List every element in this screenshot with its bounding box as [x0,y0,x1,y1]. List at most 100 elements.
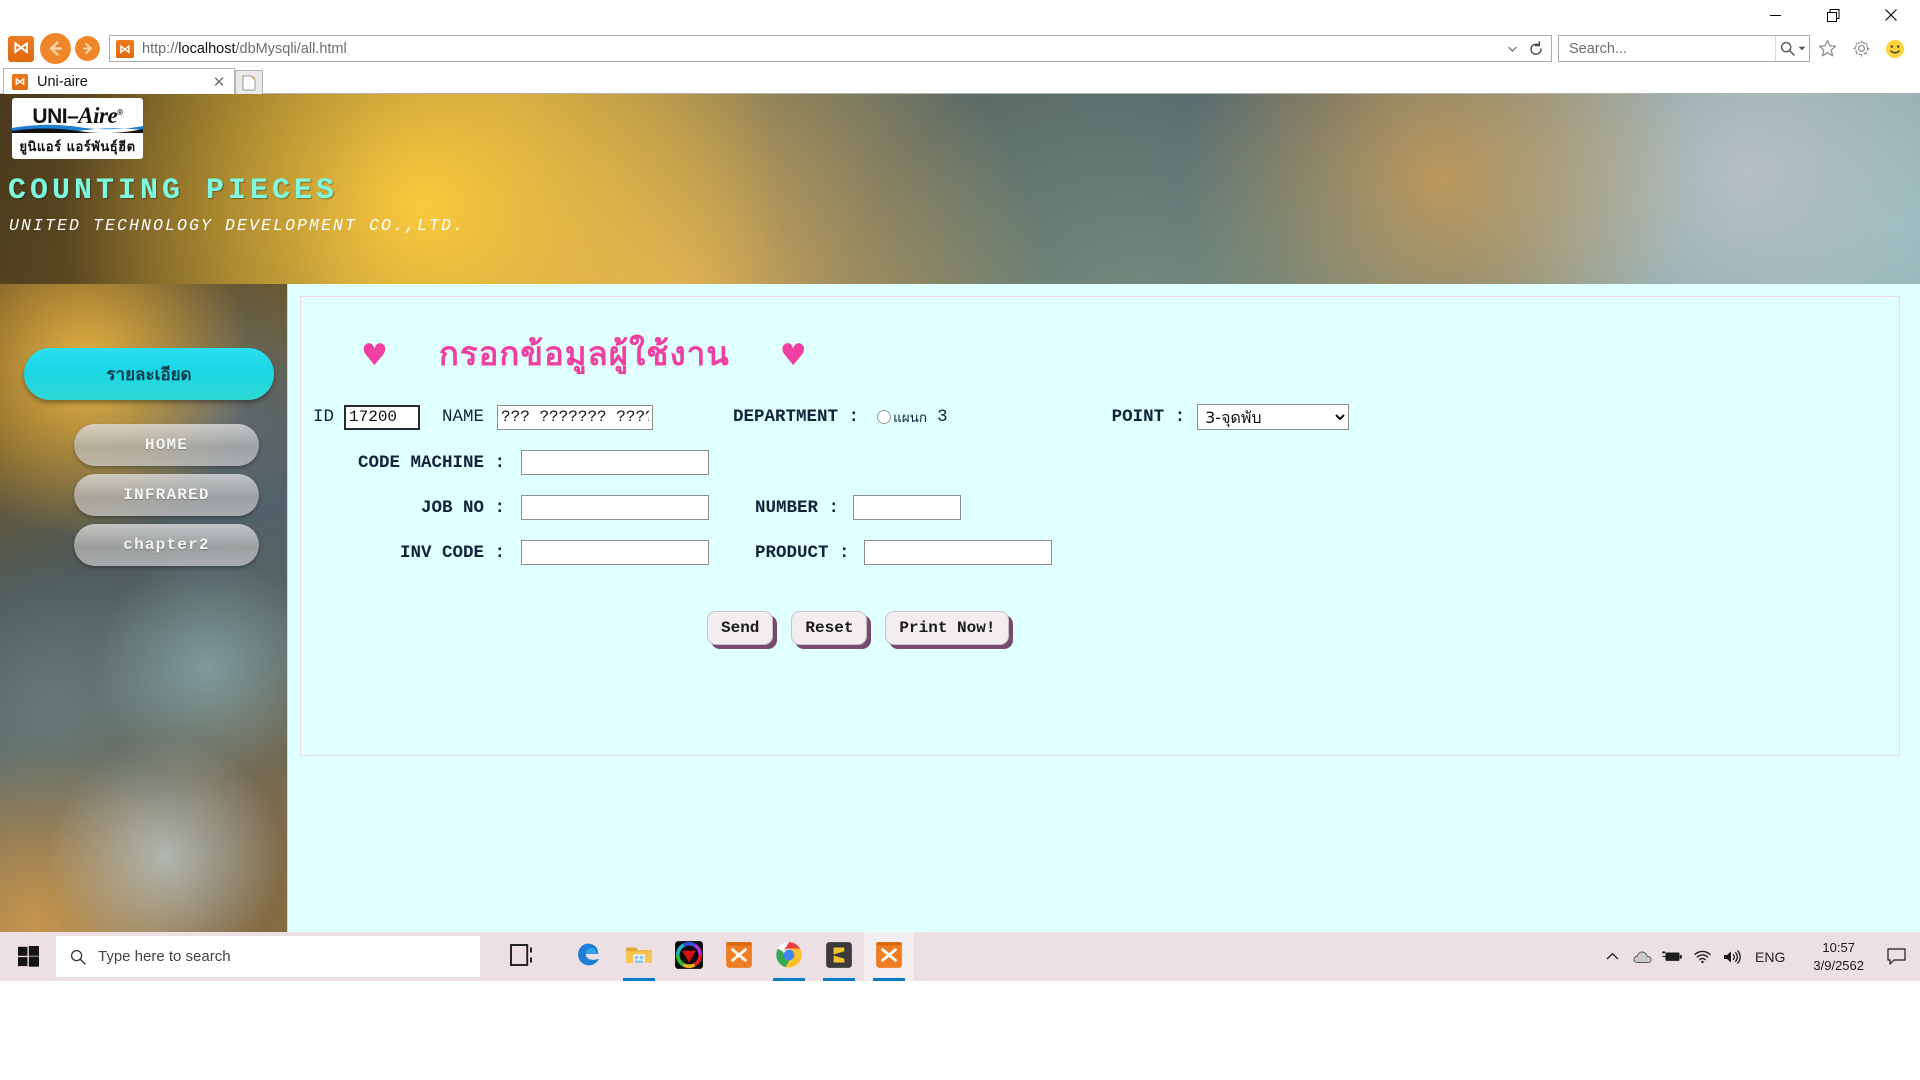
department-option-label: แผนก [893,410,928,426]
page-body: รายละเอียด HOME INFRARED chapter2 ♥ กรอก… [0,284,1920,981]
department-radio[interactable] [877,410,892,424]
clock-time: 10:57 [1822,939,1855,955]
inv-code-label: INV CODE : [399,542,505,563]
search-placeholder: Search... [1569,40,1628,57]
job-no-input[interactable] [521,495,709,520]
chevron-down-icon [1798,46,1805,51]
system-tray: ENG 10:57 3/9/2562 [1597,932,1920,981]
running-indicator [773,978,805,981]
browser-toolbar: ⋈ ⋈ http://localhost/dbMysqli/all.html S… [0,30,1920,67]
content-area: ♥ กรอกข้อมูลผู้ใช้งาน ♥ ID NAME DEPARTME… [288,284,1920,981]
tab-title: Uni-aire [37,73,88,90]
windows-taskbar: Type here to search ENG 10:57 3/9/2562 [0,932,1920,981]
forward-button[interactable] [75,36,100,61]
job-no-label: JOB NO : [420,497,505,518]
search-icon[interactable] [1775,36,1809,61]
running-indicator [823,978,855,981]
notification-icon[interactable] [1878,932,1914,981]
tab-uni-aire[interactable]: ⋈ Uni-aire ✕ [3,68,235,94]
tab-close-icon[interactable]: ✕ [210,73,228,91]
number-input[interactable] [853,495,962,520]
code-machine-label: CODE MACHINE : [357,452,505,473]
sidebar-item-details[interactable]: รายละเอียด [24,348,274,400]
tab-favicon-icon: ⋈ [12,73,28,90]
heart-icon-left: ♥ [361,338,389,373]
wifi-icon[interactable] [1687,932,1717,981]
clock-date: 3/9/2562 [1813,957,1864,973]
logo-thai-text: ยูนิแอร์ แอร์พันธุ์ฮีต [19,140,136,155]
browser-search-box[interactable]: Search... [1558,35,1810,62]
product-input[interactable] [863,540,1052,565]
sublime-text-icon[interactable] [814,932,864,981]
new-tab-button[interactable] [235,70,263,94]
smiley-feedback-icon[interactable] [1878,34,1912,64]
language-indicator[interactable]: ENG [1747,949,1799,965]
sidebar-item-chapter2[interactable]: chapter2 [74,524,259,566]
sidebar-item-label: HOME [144,436,189,454]
clock[interactable]: 10:57 3/9/2562 [1799,932,1878,981]
google-chrome-icon[interactable] [764,932,814,981]
id-input[interactable] [344,404,421,430]
page-viewport: UNI–Aire® ยูนิแอร์ แอร์พันธุ์ฮีต COUNTIN… [0,94,1920,981]
sidebar-item-infrared[interactable]: INFRARED [74,474,259,516]
search-icon [70,949,86,965]
microsoft-edge-icon[interactable] [564,932,614,981]
back-button[interactable] [40,33,71,64]
form-title-text: กรอกข้อมูลผู้ใช้งาน [438,334,730,373]
taskbar-search-placeholder: Type here to search [98,948,231,965]
battery-charging-icon[interactable] [1657,932,1687,981]
banner-subheading: UNITED TECHNOLOGY DEVELOPMENT CO.,LTD. [9,216,466,235]
site-banner: UNI–Aire® ยูนิแอร์ แอร์พันธุ์ฮีต COUNTIN… [0,94,1920,284]
chevron-up-icon[interactable] [1597,932,1627,981]
print-now-button[interactable]: Print Now! [885,611,1010,645]
address-favicon-icon: ⋈ [116,39,134,58]
send-button[interactable]: Send [707,611,774,645]
banner-heading: COUNTING PIECES [8,174,339,208]
department-label: DEPARTMENT : [733,407,860,427]
name-input[interactable] [497,404,654,430]
running-indicator [623,978,655,981]
point-label: POINT : [1111,407,1186,427]
minimize-button[interactable] [1746,0,1804,30]
heart-icon-right: ♥ [779,338,808,373]
window-title-bar [0,0,1920,30]
tab-strip: ⋈ Uni-aire ✕ [0,67,1920,94]
address-bar[interactable]: ⋈ http://localhost/dbMysqli/all.html [109,35,1552,62]
id-label: ID [313,407,335,427]
reset-button[interactable]: Reset [791,611,868,645]
code-machine-input[interactable] [521,450,709,475]
file-explorer-icon[interactable] [614,932,664,981]
address-dropdown-button[interactable] [1501,36,1523,61]
running-indicator [873,978,905,981]
form-title: ♥ กรอกข้อมูลผู้ใช้งาน ♥ [301,327,1899,380]
restore-button[interactable] [1804,0,1862,30]
refresh-button[interactable] [1523,36,1549,61]
logo-wave-icon [12,124,143,133]
sidebar-item-label: INFRARED [123,486,210,504]
sidebar-item-label: รายละเอียด [106,364,192,385]
address-url-text: http://localhost/dbMysqli/all.html [142,40,347,57]
user-data-form: ♥ กรอกข้อมูลผู้ใช้งาน ♥ ID NAME DEPARTME… [300,296,1900,756]
taskbar-app-list [564,932,914,981]
uni-aire-logo: UNI–Aire® ยูนิแอร์ แอร์พันธุ์ฮีต [12,98,143,159]
xampp-icon[interactable] [864,932,914,981]
close-button[interactable] [1862,0,1920,30]
number-label: NUMBER : [755,497,840,518]
product-label: PRODUCT : [755,542,850,563]
xampp-control-panel-icon[interactable] [714,932,764,981]
xampp-icon: ⋈ [8,35,34,62]
color-wheel-app-icon[interactable] [664,932,714,981]
inv-code-input[interactable] [521,540,709,565]
windows-start-icon[interactable] [0,932,56,981]
favorites-star-icon[interactable] [1810,34,1844,64]
task-view-icon[interactable] [496,932,546,981]
speaker-icon[interactable] [1717,932,1747,981]
sidebar: รายละเอียด HOME INFRARED chapter2 [0,284,288,981]
sidebar-item-home[interactable]: HOME [74,424,259,466]
tools-gear-icon[interactable] [1844,34,1878,64]
cloud-icon[interactable] [1627,932,1657,981]
form-actions: Send Reset Print Now! [301,611,1899,645]
taskbar-search-box[interactable]: Type here to search [56,936,480,977]
sidebar-item-label: chapter2 [123,536,210,554]
point-select[interactable]: 3-จุดพับ [1197,404,1350,430]
